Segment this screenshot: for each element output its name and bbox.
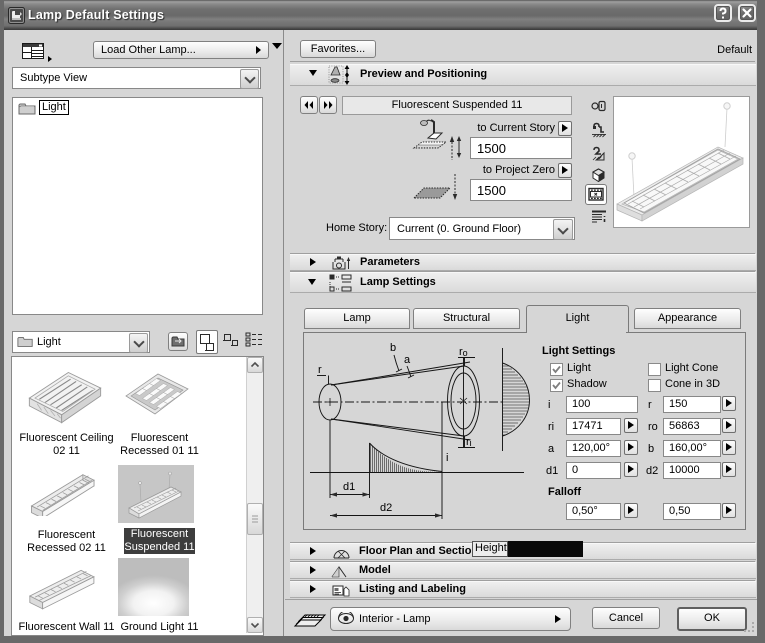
svg-text:ro: ro bbox=[459, 346, 468, 358]
svg-text:a: a bbox=[404, 354, 411, 366]
svg-text:d1: d1 bbox=[343, 481, 355, 493]
svg-text:b: b bbox=[390, 342, 396, 354]
svg-text:d2: d2 bbox=[380, 502, 392, 514]
svg-text:ri: ri bbox=[466, 436, 472, 448]
svg-text:r: r bbox=[318, 364, 322, 376]
svg-text:i: i bbox=[446, 452, 448, 464]
